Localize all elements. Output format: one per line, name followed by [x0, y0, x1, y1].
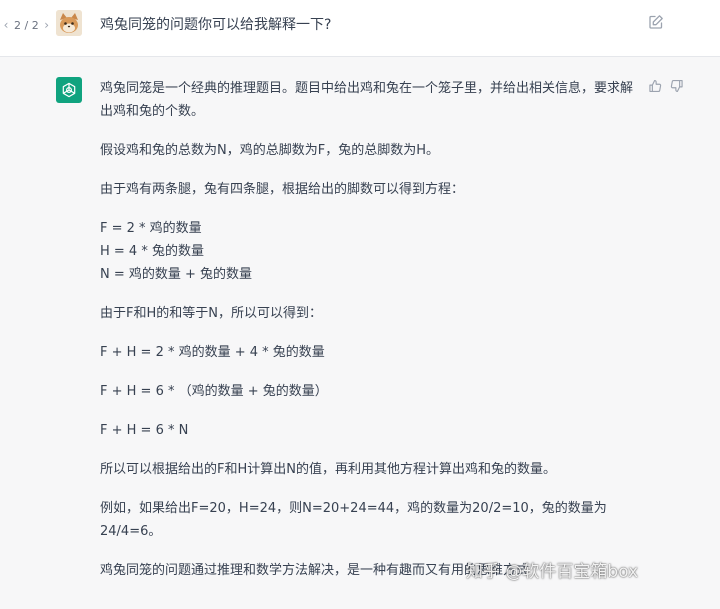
equation-line: H = 4 * 兔的数量 [100, 244, 204, 259]
equation-line: F + H = 6 * N [100, 423, 189, 438]
thumbs-down-icon[interactable] [670, 79, 684, 93]
answer-paragraph: 由于鸡有两条腿，兔有四条腿，根据给出的脚数可以得到方程： [100, 182, 465, 197]
equation-line: N = 鸡的数量 + 兔的数量 [100, 267, 253, 282]
user-message-row: ‹ 2 / 2 › 鸡兔同笼的问题你可以给我解释一下? [0, 0, 720, 57]
answer-paragraph: 所以可以根据给出的F和H计算出N的值，再利用其他方程计算出鸡和兔的数量。 [100, 462, 556, 477]
equation-line: F = 2 * 鸡的数量 [100, 221, 202, 236]
openai-logo-icon [56, 77, 82, 103]
answer-paragraph: 鸡兔同笼是一个经典的推理题目。题目中给出鸡和兔在一个笼子里，并给出相关信息，要求… [100, 81, 634, 119]
user-avatar [56, 10, 82, 36]
thumbs-up-icon[interactable] [648, 79, 662, 93]
equation-line: F + H = 2 * 鸡的数量 + 4 * 兔的数量 [100, 345, 325, 360]
feedback-buttons [648, 79, 684, 93]
response-count: 2 / 2 [14, 18, 39, 32]
assistant-message-row: 鸡兔同笼是一个经典的推理题目。题目中给出鸡和兔在一个笼子里，并给出相关信息，要求… [0, 57, 720, 609]
assistant-message-content: 鸡兔同笼是一个经典的推理题目。题目中给出鸡和兔在一个笼子里，并给出相关信息，要求… [100, 77, 640, 598]
answer-paragraph: 例如，如果给出F=20，H=24，则N=20+24=44，鸡的数量为20/2=1… [100, 501, 607, 539]
answer-paragraph: 由于F和H的和等于N，所以可以得到： [100, 306, 322, 321]
watermark: 知乎 @软件百宝箱box [466, 557, 638, 582]
watermark-text: 知乎 @软件百宝箱box [466, 562, 639, 582]
edit-icon[interactable] [648, 14, 664, 30]
prev-response-button[interactable]: ‹ [2, 18, 10, 32]
response-pager: ‹ 2 / 2 › [2, 18, 51, 32]
equation-line: F + H = 6 * （鸡的数量 + 兔的数量） [100, 384, 328, 399]
next-response-button[interactable]: › [43, 18, 51, 32]
answer-paragraph: 假设鸡和兔的总数为N，鸡的总脚数为F，兔的总脚数为H。 [100, 143, 439, 158]
user-message-text: 鸡兔同笼的问题你可以给我解释一下? [100, 17, 332, 33]
chat-thread: ‹ 2 / 2 › 鸡兔同笼的问题你可以给我解释一下? 鸡兔同笼是一个经典的推理… [0, 0, 720, 609]
